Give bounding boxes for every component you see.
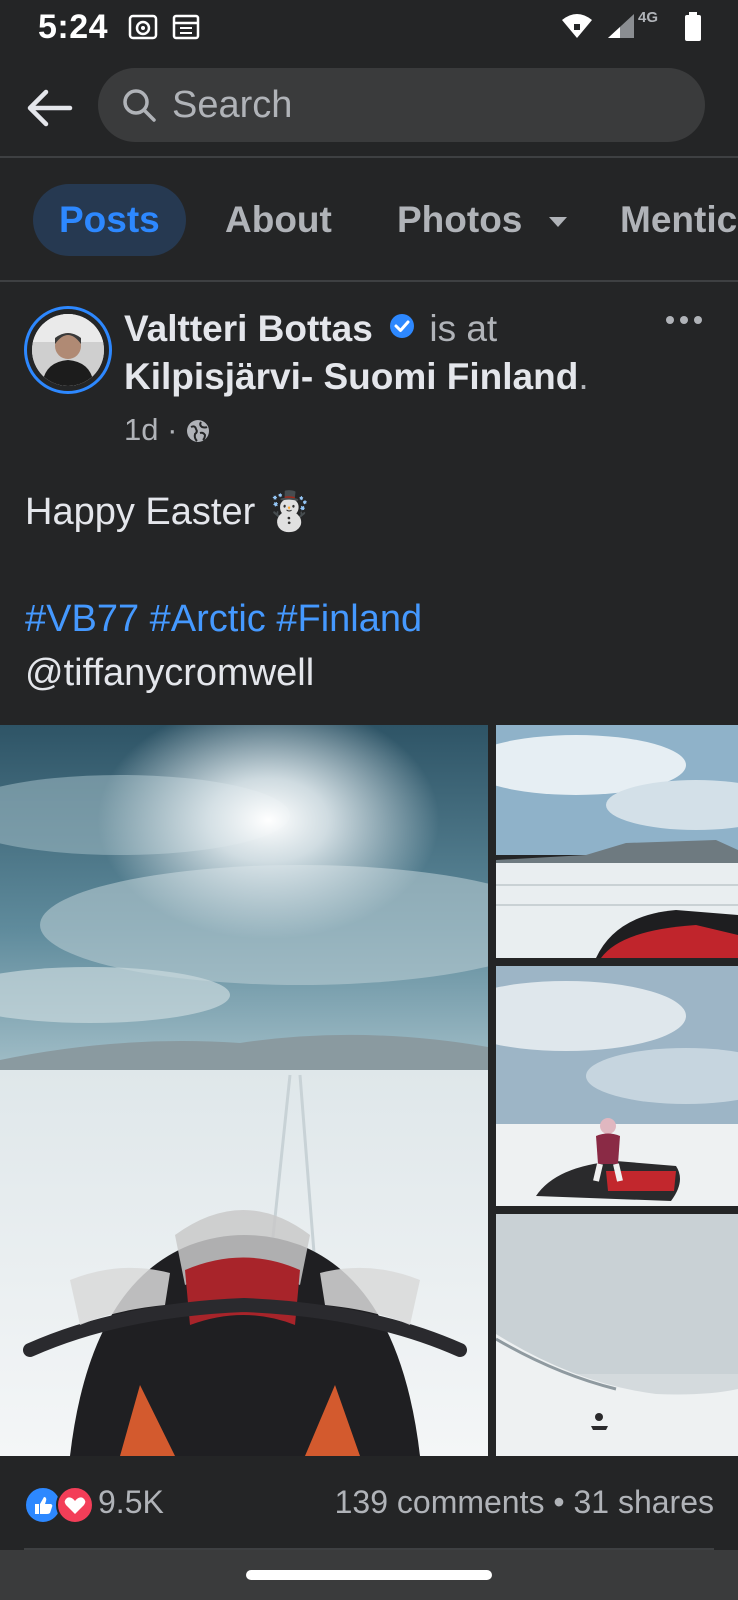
avatar (32, 314, 104, 386)
chevron-down-icon (548, 217, 567, 228)
shares-count[interactable]: 31 shares (573, 1484, 714, 1520)
camera-notification-icon (128, 12, 158, 47)
tab-posts[interactable]: Posts (33, 184, 186, 256)
tab-about-label: About (225, 199, 332, 240)
meta-separator: · (167, 412, 178, 447)
tab-posts-label: Posts (59, 199, 160, 240)
status-time: 5:24 (38, 8, 109, 46)
verified-badge-icon (390, 314, 415, 338)
post-mention[interactable]: @tiffanycromwell (25, 652, 314, 695)
network-type: 4G (638, 9, 659, 26)
post-text-line: Happy Easter ☃️ (25, 491, 314, 533)
photo-thumbnail[interactable] (496, 966, 738, 1206)
post-hashtags: #VB77 #Arctic #Finland (25, 598, 422, 641)
tab-photos[interactable]: Photos (397, 184, 569, 256)
location-suffix: . (578, 356, 589, 397)
more-options-button[interactable] (664, 310, 704, 330)
globe-icon (187, 420, 210, 442)
photo-grid (0, 725, 738, 1456)
comments-shares: 139 comments • 31 shares (335, 1484, 714, 1521)
calendar-notification-icon (172, 12, 200, 47)
reactions-bar: 9.5K 139 comments • 31 shares (0, 1456, 738, 1548)
search-box[interactable] (98, 68, 705, 142)
system-nav-area (0, 1550, 738, 1600)
tabs-divider (0, 280, 738, 282)
post-meta: 1d · (124, 412, 210, 448)
tab-about[interactable]: About (225, 184, 332, 256)
love-icon[interactable] (56, 1486, 94, 1524)
search-row (0, 62, 738, 156)
back-button[interactable] (24, 82, 76, 134)
photo-thumbnail[interactable] (496, 1214, 738, 1456)
hashtag-link[interactable]: #Finland (276, 598, 422, 640)
more-options-icon (666, 316, 702, 324)
battery-icon (684, 12, 702, 47)
author-connector: is at (429, 308, 498, 349)
avatar-story-ring[interactable] (24, 306, 112, 394)
author-line: Valtteri Bottas is at (124, 308, 497, 350)
hashtag-link[interactable]: #VB77 (25, 598, 139, 640)
search-input[interactable] (172, 68, 672, 142)
cell-signal-icon (606, 12, 636, 45)
wifi-icon (560, 12, 594, 45)
reaction-count[interactable]: 9.5K (98, 1484, 164, 1521)
search-icon (120, 86, 158, 129)
location-line: Kilpisjärvi- Suomi Finland. (124, 356, 589, 398)
post-location[interactable]: Kilpisjärvi- Suomi Finland (124, 356, 578, 397)
photo-thumbnail[interactable] (496, 725, 738, 958)
author-name[interactable]: Valtteri Bottas (124, 308, 373, 349)
home-indicator[interactable] (246, 1570, 492, 1580)
stats-separator: • (553, 1484, 565, 1520)
comments-count[interactable]: 139 comments (335, 1484, 545, 1520)
post-time[interactable]: 1d (124, 412, 158, 447)
profile-tabs: Posts About Photos Mentic (0, 158, 738, 280)
tab-mentions-label: Mentic (620, 199, 738, 240)
post-header: Valtteri Bottas is at Kilpisjärvi- Suomi… (0, 290, 738, 460)
back-arrow-icon (27, 89, 73, 127)
hashtag-link[interactable]: #Arctic (150, 598, 266, 640)
tab-photos-label: Photos (397, 199, 523, 240)
photo-main[interactable] (0, 725, 488, 1456)
status-bar: 5:24 4G (0, 0, 738, 58)
tab-mentions[interactable]: Mentic (620, 184, 737, 256)
